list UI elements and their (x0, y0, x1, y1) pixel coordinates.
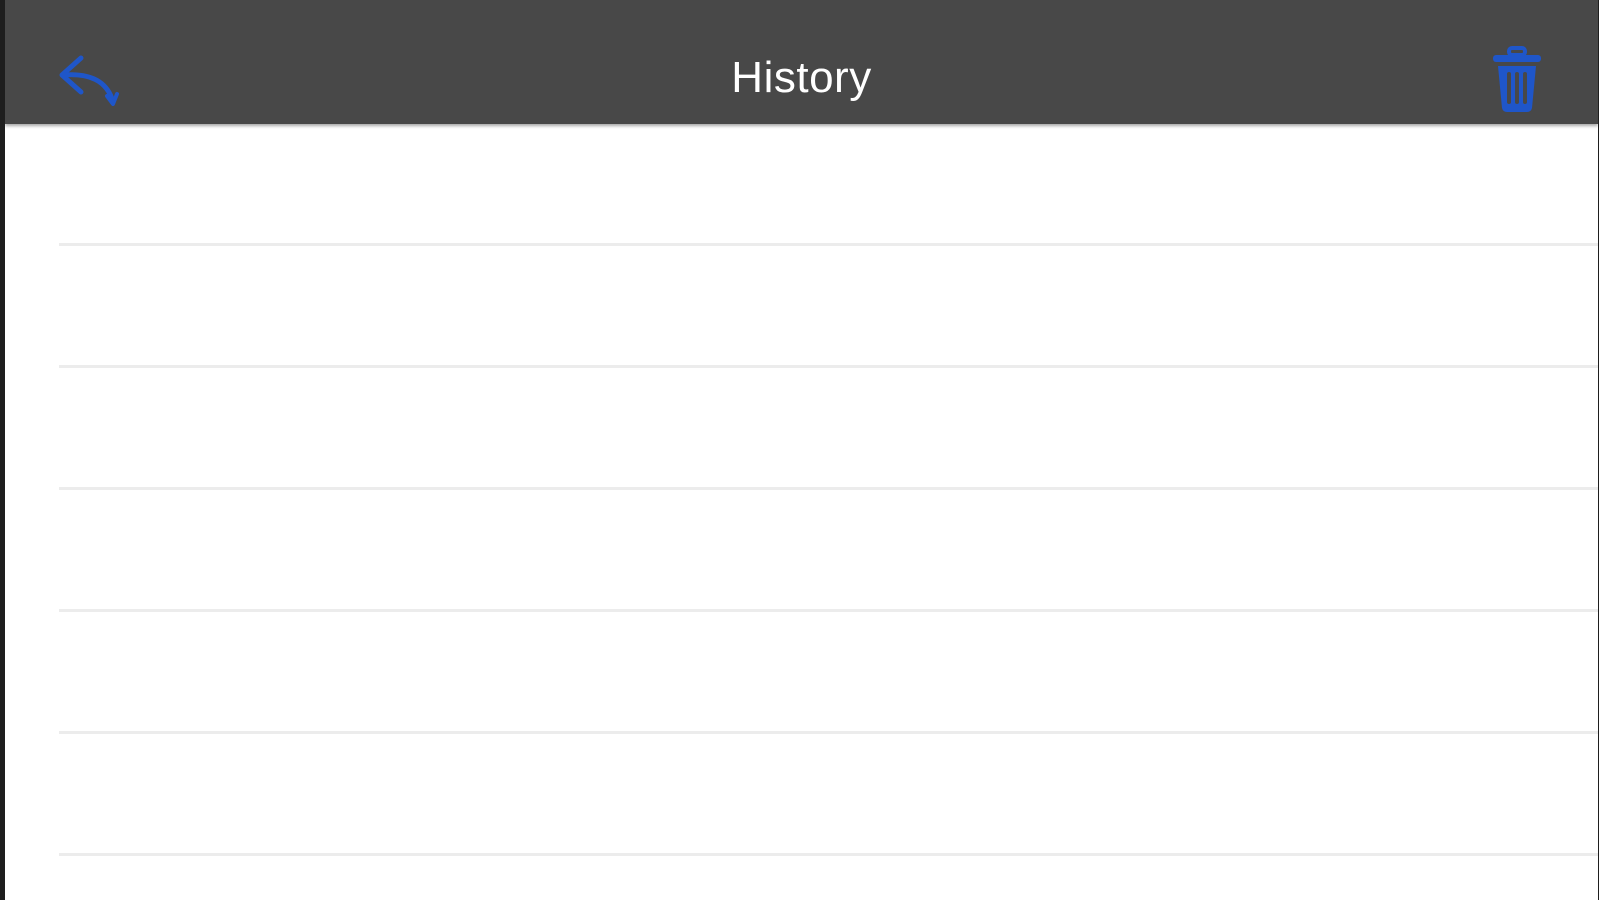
list-row[interactable] (5, 368, 1598, 490)
list-row[interactable] (5, 246, 1598, 368)
trash-icon (1487, 44, 1547, 116)
page-title: History (731, 53, 872, 102)
row-separator (59, 853, 1598, 856)
list-row[interactable] (5, 490, 1598, 612)
history-list[interactable] (5, 124, 1598, 900)
list-row[interactable] (5, 734, 1598, 856)
navigation-bar: History (5, 0, 1598, 124)
list-row[interactable] (5, 124, 1598, 246)
list-row[interactable] (5, 612, 1598, 734)
history-screen: History (5, 0, 1598, 900)
delete-history-button[interactable] (1487, 44, 1547, 116)
